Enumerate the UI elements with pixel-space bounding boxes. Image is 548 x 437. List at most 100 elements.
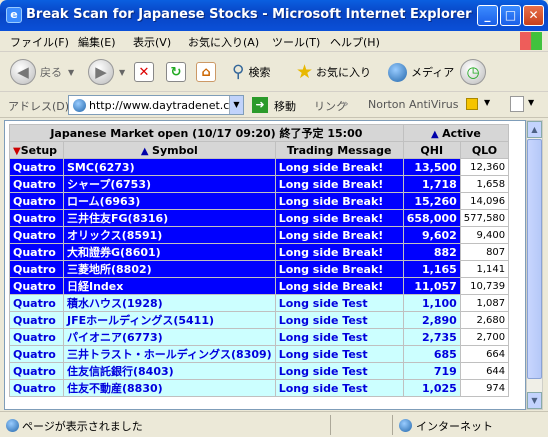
message-cell: Long side Test [275, 329, 403, 345]
setup-cell: Quatro [10, 244, 63, 260]
status-divider [392, 415, 393, 435]
symbol-cell: 三井トラスト・ホールディングス(8309) [64, 346, 275, 362]
setup-cell: Quatro [10, 363, 63, 379]
qlo-cell: 10,739 [460, 278, 509, 294]
back-button[interactable]: ◀ 戻る ▼ [10, 58, 74, 86]
qlo-cell: 974 [460, 380, 509, 396]
qlo-cell: 1,087 [460, 295, 509, 311]
table-row[interactable]: Quatro 住友不動産(8830) Long side Test 1,025 974 [10, 380, 509, 396]
qhi-cell: 1,718 [403, 176, 460, 192]
qlo-cell: 807 [460, 244, 509, 260]
internet-zone-icon [399, 419, 412, 432]
menu-edit[interactable]: 編集(E) [78, 34, 116, 50]
setup-cell: Quatro [10, 346, 63, 362]
table-row[interactable]: Quatro 三井トラスト・ホールディングス(8309) Long side Tes… [10, 346, 509, 362]
qlo-cell: 2,680 [460, 312, 509, 328]
chevron-down-icon[interactable]: ▼ [484, 98, 490, 107]
page-menu-icon[interactable] [510, 96, 524, 112]
setup-header-label: Setup [20, 143, 58, 157]
favorites-button[interactable]: ★ お気に入り [296, 58, 371, 86]
setup-cell: Quatro [10, 312, 63, 328]
qlo-header[interactable]: QLO [460, 142, 509, 158]
setup-cell: Quatro [10, 278, 63, 294]
menu-file[interactable]: ファイル(F) [10, 34, 69, 50]
maximize-button[interactable]: □ [500, 5, 521, 26]
search-button[interactable]: ⚲ 検索 [232, 58, 270, 86]
norton-button[interactable]: Norton AntiVirus [368, 98, 458, 111]
qhi-cell: 658,000 [403, 210, 460, 226]
setup-cell: Quatro [10, 380, 63, 396]
address-input[interactable]: http://www.daytradenet.cor ▼ [68, 95, 244, 115]
qhi-cell: 9,602 [403, 227, 460, 243]
table-row[interactable]: Quatro オリックス(8591) Long side Break! 9,602 9,… [10, 227, 509, 243]
close-button[interactable]: ✕ [523, 5, 544, 26]
symbol-cell: 積水ハウス(1928) [64, 295, 275, 311]
qhi-cell: 1,165 [403, 261, 460, 277]
menu-view[interactable]: 表示(V) [133, 34, 171, 50]
symbol-cell: シャープ(6753) [64, 176, 275, 192]
qhi-cell: 1,100 [403, 295, 460, 311]
table-row[interactable]: Quatro ローム(6963) Long side Break! 15,260 14,… [10, 193, 509, 209]
qlo-cell: 644 [460, 363, 509, 379]
setup-header[interactable]: ▼Setup [10, 142, 63, 158]
chevron-down-icon[interactable]: ▼ [528, 98, 534, 107]
message-cell: Long side Break! [275, 244, 403, 260]
history-button[interactable]: ◷ [460, 58, 486, 86]
symbol-header-label: Symbol [152, 143, 198, 157]
media-button[interactable]: メディア [388, 58, 454, 86]
table-row[interactable]: Quatro 日経Index Long side Break! 11,057 10,73… [10, 278, 509, 294]
forward-button[interactable]: ▶ ▼ [88, 58, 125, 86]
table-row[interactable]: Quatro シャープ(6753) Long side Break! 1,718 1,6… [10, 176, 509, 192]
message-cell: Long side Break! [275, 210, 403, 226]
setup-cell: Quatro [10, 193, 63, 209]
go-button[interactable]: 移動 [274, 98, 296, 114]
symbol-header[interactable]: ▲ Symbol [64, 142, 275, 158]
table-row[interactable]: Quatro SMC(6273) Long side Break! 13,500 12,… [10, 159, 509, 175]
symbol-cell: 住友信託銀行(8403) [64, 363, 275, 379]
minimize-button[interactable]: _ [477, 5, 498, 26]
menu-help[interactable]: ヘルプ(H) [330, 34, 380, 50]
vertical-scrollbar[interactable]: ▲ ▼ [526, 120, 543, 410]
qhi-cell: 1,025 [403, 380, 460, 396]
symbol-cell: 三井住友FG(8316) [64, 210, 275, 226]
scroll-up-icon[interactable]: ▲ [527, 121, 542, 138]
stop-button[interactable]: ✕ [134, 58, 154, 86]
table-row[interactable]: Quatro JFEホールディングス(5411) Long side Test 2,8… [10, 312, 509, 328]
table-row[interactable]: Quatro 大和證券G(8601) Long side Break! 882 807 [10, 244, 509, 260]
star-icon: ★ [296, 61, 314, 83]
table-row[interactable]: Quatro パイオニア(6773) Long side Test 2,735 2,70… [10, 329, 509, 345]
table-row[interactable]: Quatro 住友信託銀行(8403) Long side Test 719 644 [10, 363, 509, 379]
menu-tools[interactable]: ツール(T) [272, 34, 320, 50]
message-cell: Long side Test [275, 380, 403, 396]
qlo-cell: 9,400 [460, 227, 509, 243]
qhi-cell: 685 [403, 346, 460, 362]
status-text: ページが表示されました [22, 420, 143, 433]
go-arrow-icon[interactable]: ➜ [252, 97, 268, 113]
scroll-down-icon[interactable]: ▼ [527, 392, 542, 409]
table-row[interactable]: Quatro 三菱地所(8802) Long side Break! 1,165 1,1… [10, 261, 509, 277]
qlo-cell: 12,360 [460, 159, 509, 175]
address-bar: アドレス(D) http://www.daytradenet.cor ▼ ➜ 移… [0, 92, 548, 118]
table-row[interactable]: Quatro 三井住友FG(8316) Long side Break! 658,00… [10, 210, 509, 226]
media-icon [388, 62, 407, 82]
qhi-header[interactable]: QHI [403, 142, 460, 158]
symbol-cell: ローム(6963) [64, 193, 275, 209]
home-button[interactable]: ⌂ [196, 58, 216, 86]
refresh-icon: ↻ [166, 62, 186, 82]
address-dropdown-icon[interactable]: ▼ [229, 96, 243, 114]
scroll-thumb[interactable] [527, 139, 542, 379]
qlo-cell: 1,141 [460, 261, 509, 277]
refresh-button[interactable]: ↻ [166, 58, 186, 86]
chevron-down-icon: ▼ [68, 67, 75, 77]
qhi-cell: 15,260 [403, 193, 460, 209]
sort-up-icon: ▲ [140, 145, 153, 157]
setup-cell: Quatro [10, 295, 63, 311]
menu-favorites[interactable]: お気に入り(A) [188, 34, 259, 50]
table-row[interactable]: Quatro 積水ハウス(1928) Long side Test 1,100 1,08… [10, 295, 509, 311]
symbol-cell: 三菱地所(8802) [64, 261, 275, 277]
page-content: Japanese Market open (10/17 09:20) 終了予定 … [4, 120, 526, 410]
active-header[interactable]: ▲ Active [403, 125, 509, 141]
message-header[interactable]: Trading Message [275, 142, 403, 158]
qhi-cell: 13,500 [403, 159, 460, 175]
symbol-cell: オリックス(8591) [64, 227, 275, 243]
